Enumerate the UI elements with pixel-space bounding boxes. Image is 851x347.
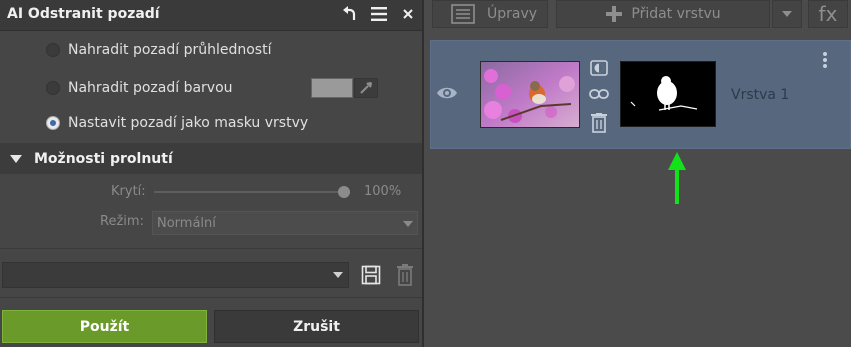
adjustment-icon[interactable] [590, 60, 608, 80]
more-options-icon[interactable] [822, 51, 828, 73]
edits-button[interactable]: Úpravy [432, 0, 548, 28]
fx-label: fx [818, 2, 838, 26]
option-label: Nastavit pozadí jako masku vrstvy [68, 115, 309, 131]
eyedropper-button[interactable] [354, 78, 378, 98]
undo-icon[interactable] [338, 2, 360, 26]
opacity-value: 100% [364, 184, 402, 199]
annotation-arrow-shaft [675, 168, 679, 204]
visibility-eye-icon[interactable] [436, 85, 458, 105]
panel-title-bar: AI Odstranit pozadí [0, 0, 422, 31]
option-label: Nahradit pozadí barvou [68, 80, 233, 96]
radio-color[interactable] [46, 81, 60, 95]
blend-mode-select[interactable]: Normální [152, 211, 418, 235]
add-layer-label: Přidat vrstvu [631, 6, 721, 22]
chevron-down-icon [333, 272, 343, 278]
chevron-down-icon [782, 11, 792, 17]
divider [0, 297, 422, 298]
add-layer-dropdown[interactable] [772, 0, 802, 28]
cancel-button[interactable]: Zrušit [214, 310, 419, 343]
background-color-swatch[interactable] [311, 78, 353, 98]
panel-title: AI Odstranit pozadí [7, 6, 160, 22]
section-title: Možnosti prolnutí [34, 151, 173, 167]
blend-options-header[interactable]: Možnosti prolnutí [0, 143, 422, 174]
opacity-slider-handle[interactable] [338, 186, 350, 198]
radio-transparent[interactable] [46, 43, 60, 57]
opacity-slider-track[interactable] [154, 191, 344, 193]
menu-icon[interactable] [368, 2, 390, 26]
close-icon[interactable] [398, 2, 418, 26]
option-transparent-background[interactable]: Nahradit pozadí průhledností [46, 38, 271, 62]
delete-preset-icon[interactable] [396, 264, 414, 290]
eyedropper-icon [360, 82, 372, 94]
option-mask-background[interactable]: Nastavit pozadí jako masku vrstvy [46, 111, 308, 135]
add-layer-button[interactable]: Přidat vrstvu [556, 0, 770, 28]
opacity-label: Krytí: [111, 184, 146, 199]
layer-mask-thumbnail[interactable] [620, 61, 716, 127]
sliders-icon [451, 4, 475, 24]
apply-button[interactable]: Použít [2, 310, 207, 343]
plus-icon [606, 6, 623, 22]
delete-mask-icon[interactable] [591, 113, 607, 137]
radio-mask[interactable] [46, 116, 60, 130]
layer-image-thumbnail[interactable] [480, 61, 580, 128]
divider [0, 248, 422, 249]
mode-label: Režim: [100, 214, 144, 229]
ai-remove-background-panel: AI Odstranit pozadí Nahradit pozadí průh… [0, 0, 422, 347]
save-preset-icon[interactable] [361, 265, 381, 289]
collapse-triangle-icon [10, 155, 22, 163]
preset-select[interactable] [2, 262, 349, 288]
edits-label: Úpravy [487, 6, 538, 22]
chevron-down-icon [403, 221, 413, 227]
blend-mode-value: Normální [157, 216, 216, 231]
link-icon[interactable] [589, 88, 609, 104]
option-color-background[interactable]: Nahradit pozadí barvou [46, 76, 233, 100]
layer-name[interactable]: Vrstva 1 [731, 87, 789, 103]
fx-button[interactable]: fx [808, 0, 848, 28]
option-label: Nahradit pozadí průhledností [68, 42, 272, 58]
